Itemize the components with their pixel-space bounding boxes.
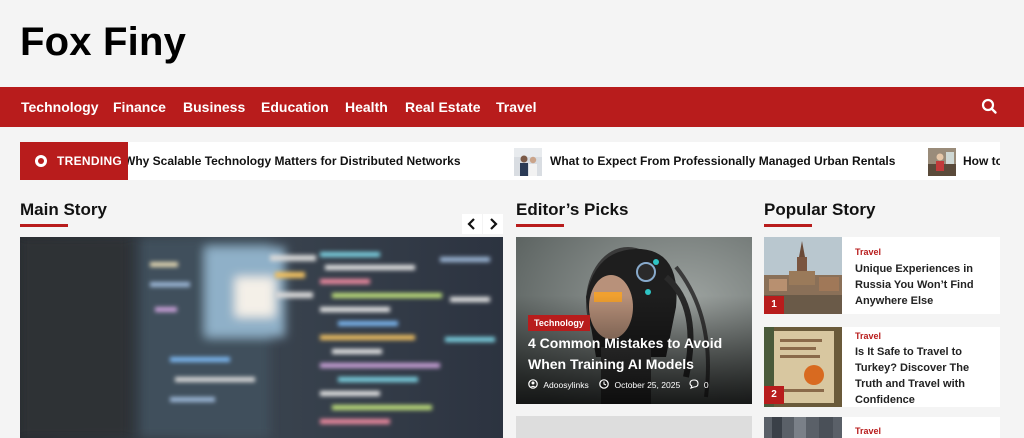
ticker-item-2[interactable]: What to Expect From Professionally Manag… bbox=[550, 154, 895, 168]
editors-pick-next-card[interactable] bbox=[516, 416, 752, 438]
main-story-title: Main Story bbox=[20, 200, 107, 219]
nav-item-technology[interactable]: Technology bbox=[21, 99, 99, 115]
search-button[interactable] bbox=[980, 97, 1000, 117]
trending-ticker: TRENDING Why Scalable Technology Matters… bbox=[20, 142, 1000, 180]
category-badge[interactable]: Technology bbox=[528, 315, 590, 331]
popular-story-category[interactable]: Travel bbox=[855, 426, 881, 436]
nav-item-health[interactable]: Health bbox=[345, 99, 388, 115]
rank-badge: 1 bbox=[764, 296, 784, 314]
popular-story-item[interactable]: 2 Travel Is It Safe to Travel to Turkey?… bbox=[764, 327, 1000, 407]
nav-item-business[interactable]: Business bbox=[183, 99, 245, 115]
trending-dot-icon bbox=[35, 155, 47, 167]
popular-story-headline[interactable]: Is It Safe to Travel to Turkey? Discover… bbox=[855, 344, 995, 408]
editors-pick-meta: Adoosylinks October 25, 2025 0 bbox=[528, 379, 709, 391]
main-navigation: Technology Finance Business Education He… bbox=[0, 87, 1024, 127]
nav-item-real-estate[interactable]: Real Estate bbox=[405, 99, 480, 115]
author-icon bbox=[528, 379, 538, 391]
slider-prev-button[interactable] bbox=[462, 214, 482, 234]
popular-story-category[interactable]: Travel bbox=[855, 331, 881, 341]
ticker-track: Why Scalable Technology Matters for Dist… bbox=[128, 142, 1000, 180]
post-date: October 25, 2025 bbox=[614, 380, 681, 390]
popular-story-thumbnail[interactable] bbox=[764, 417, 842, 438]
slider-next-button[interactable] bbox=[483, 214, 503, 234]
popular-story-headline[interactable]: Unique Experiences in Russia You Won’t F… bbox=[855, 261, 995, 309]
nav-item-education[interactable]: Education bbox=[261, 99, 329, 115]
ticker-thumbnail-3[interactable] bbox=[928, 148, 956, 176]
chevron-right-icon bbox=[490, 218, 498, 230]
nav-item-travel[interactable]: Travel bbox=[496, 99, 536, 115]
ticker-item-3[interactable]: How to De bbox=[963, 154, 1000, 168]
ticker-item-1[interactable]: Why Scalable Technology Matters for Dist… bbox=[128, 154, 461, 168]
editors-pick-card[interactable]: Technology 4 Common Mistakes to Avoid Wh… bbox=[516, 237, 752, 404]
main-story-underline bbox=[20, 224, 68, 227]
trending-label: TRENDING bbox=[57, 154, 123, 168]
editors-pick-headline[interactable]: 4 Common Mistakes to Avoid When Training… bbox=[528, 333, 743, 375]
chevron-left-icon bbox=[467, 218, 475, 230]
popular-story-category[interactable]: Travel bbox=[855, 247, 881, 257]
rank-badge: 2 bbox=[764, 386, 784, 404]
popular-story-title: Popular Story bbox=[764, 200, 876, 219]
comment-icon bbox=[688, 379, 699, 391]
popular-story-item[interactable]: 1 Travel Unique Experiences in Russia Yo… bbox=[764, 237, 1000, 314]
site-title[interactable]: Fox Finy bbox=[20, 20, 186, 65]
ticker-thumbnail-2[interactable] bbox=[514, 148, 542, 176]
popular-story-item[interactable]: Travel bbox=[764, 417, 1000, 438]
site-header: Fox Finy bbox=[0, 0, 1024, 87]
search-icon bbox=[981, 98, 997, 114]
clock-icon bbox=[599, 379, 609, 391]
editors-picks-underline bbox=[516, 224, 564, 227]
nav-item-finance[interactable]: Finance bbox=[113, 99, 166, 115]
trending-badge: TRENDING bbox=[20, 142, 128, 180]
author-name[interactable]: Adoosylinks bbox=[543, 380, 588, 390]
popular-story-underline bbox=[764, 224, 812, 227]
comment-count[interactable]: 0 bbox=[704, 380, 709, 390]
editors-picks-title: Editor’s Picks bbox=[516, 200, 629, 219]
main-story-image[interactable] bbox=[20, 237, 503, 438]
